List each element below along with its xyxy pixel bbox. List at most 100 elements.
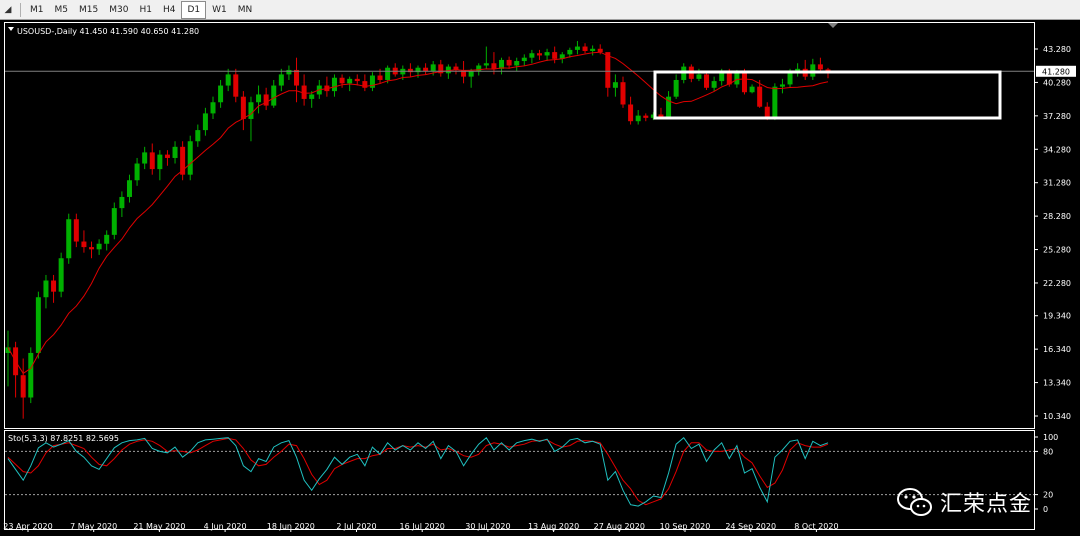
price-tick-label: 22.280: [1043, 279, 1071, 288]
draw-tool-icon[interactable]: ◢: [0, 0, 16, 20]
candle-body: [271, 85, 277, 106]
candle-body: [704, 74, 710, 88]
candle-body: [711, 81, 717, 88]
candle-body: [772, 86, 778, 118]
candle-body: [673, 79, 679, 97]
candle-body: [620, 82, 626, 105]
time-tick-label: 13 Aug 2020: [528, 522, 579, 531]
candle-body: [552, 52, 558, 59]
tf-m5[interactable]: M5: [50, 1, 74, 19]
candle-body: [719, 72, 725, 82]
candle-body: [210, 102, 216, 114]
candle-body: [544, 52, 550, 56]
price-tick-label: 34.280: [1043, 145, 1071, 154]
candle-body: [294, 69, 300, 86]
candle-body: [741, 72, 747, 93]
candle-body: [172, 146, 178, 158]
candle-body: [696, 74, 702, 79]
candle-body: [20, 375, 26, 398]
candle-body: [164, 154, 170, 158]
time-tick-label: 24 Sep 2020: [725, 522, 776, 531]
candle-body: [225, 74, 231, 86]
candle-body: [514, 61, 520, 66]
candle-body: [757, 86, 763, 107]
symbol-header: USOUSD-,Daily 41.450 41.590 40.650 41.28…: [17, 27, 199, 36]
candle-body: [521, 57, 527, 62]
candle-body: [491, 63, 497, 69]
candle-body: [256, 94, 262, 103]
tf-m15[interactable]: M15: [74, 1, 103, 19]
candle-body: [764, 106, 770, 118]
indicator-label: Sto(5,3,3) 87.8251 82.5695: [8, 434, 119, 443]
chart-area[interactable]: USOUSD-,Daily 41.450 41.590 40.650 41.28…: [0, 20, 1080, 533]
price-tick-label: 28.280: [1043, 212, 1071, 221]
candle-body: [187, 141, 193, 175]
candle-body: [149, 152, 155, 170]
price-tick-label: 43.280: [1043, 45, 1071, 54]
candle-body: [81, 241, 87, 248]
candle-body: [142, 152, 148, 164]
time-tick-label: 21 May 2020: [133, 522, 185, 531]
price-tick-label: 37.280: [1043, 112, 1071, 121]
candle-body: [430, 64, 436, 72]
chart-canvas[interactable]: USOUSD-,Daily 41.450 41.590 40.650 41.28…: [0, 20, 1080, 533]
price-tick-label: 31.280: [1043, 179, 1071, 188]
stochastic-lines: [7, 436, 829, 507]
candle-body: [612, 82, 618, 88]
candle-body: [468, 71, 474, 77]
price-axis: 43.280 40.280 37.280 34.280 31.280 28.280 25.2…: [1034, 45, 1071, 421]
watermark-text: 汇荣点金: [940, 492, 1033, 517]
indicator-tick-label: 0: [1043, 505, 1048, 514]
candle-body: [385, 67, 391, 80]
timeframe-toolbar: ◢ M1 M5 M15 M30 H1 H4 D1 W1 MN: [0, 0, 1080, 20]
candle-body: [597, 48, 603, 53]
candle-body: [278, 74, 284, 86]
candle-body: [73, 219, 79, 242]
price-tick-label: 40.280: [1043, 78, 1071, 87]
chart-shift-marker[interactable]: [828, 23, 838, 28]
candle-body: [817, 64, 823, 70]
candle-body: [119, 196, 125, 209]
tf-d1[interactable]: D1: [181, 0, 207, 19]
candles: [5, 40, 831, 419]
candle-body: [286, 69, 292, 75]
tf-m1[interactable]: M1: [25, 1, 49, 19]
time-tick-label: 7 May 2020: [70, 522, 117, 531]
indicator-tick-label: 80: [1043, 447, 1053, 456]
price-panel-frame: [4, 22, 1035, 429]
candle-body: [628, 104, 634, 122]
tf-h1[interactable]: H1: [134, 1, 157, 19]
tf-m30[interactable]: M30: [104, 1, 133, 19]
candle-body: [218, 85, 224, 103]
candle-body: [536, 53, 542, 56]
moving-average: [7, 51, 829, 375]
indicator-tick-label: 20: [1043, 491, 1053, 500]
candle-body: [749, 86, 755, 93]
time-tick-label: 10 Sep 2020: [660, 522, 711, 531]
candle-body: [339, 77, 345, 84]
candle-body: [240, 96, 246, 119]
toolbar-separator: [20, 2, 21, 17]
time-tick-label: 16 Jul 2020: [400, 522, 445, 531]
candle-body: [582, 46, 588, 52]
price-tick-label: 13.340: [1043, 379, 1071, 388]
price-tick-label: 25.280: [1043, 246, 1071, 255]
tf-h4[interactable]: H4: [158, 1, 181, 19]
candle-body: [574, 46, 580, 50]
candle-body: [104, 234, 110, 244]
wechat-icon: [897, 488, 932, 516]
candle-body: [263, 94, 269, 106]
candle-body: [590, 48, 596, 52]
tf-w1[interactable]: W1: [207, 1, 232, 19]
candle-body: [658, 114, 664, 117]
candle-body: [309, 94, 315, 99]
tf-mn[interactable]: MN: [233, 1, 258, 19]
watermark: 汇荣点金: [896, 486, 1032, 518]
candle-body: [51, 280, 57, 292]
candle-body: [506, 59, 512, 66]
candle-body: [331, 77, 337, 92]
candle-body: [567, 49, 573, 55]
time-tick-label: 23 Apr 2020: [3, 522, 52, 531]
candle-body: [248, 102, 254, 119]
candle-body: [233, 74, 239, 97]
